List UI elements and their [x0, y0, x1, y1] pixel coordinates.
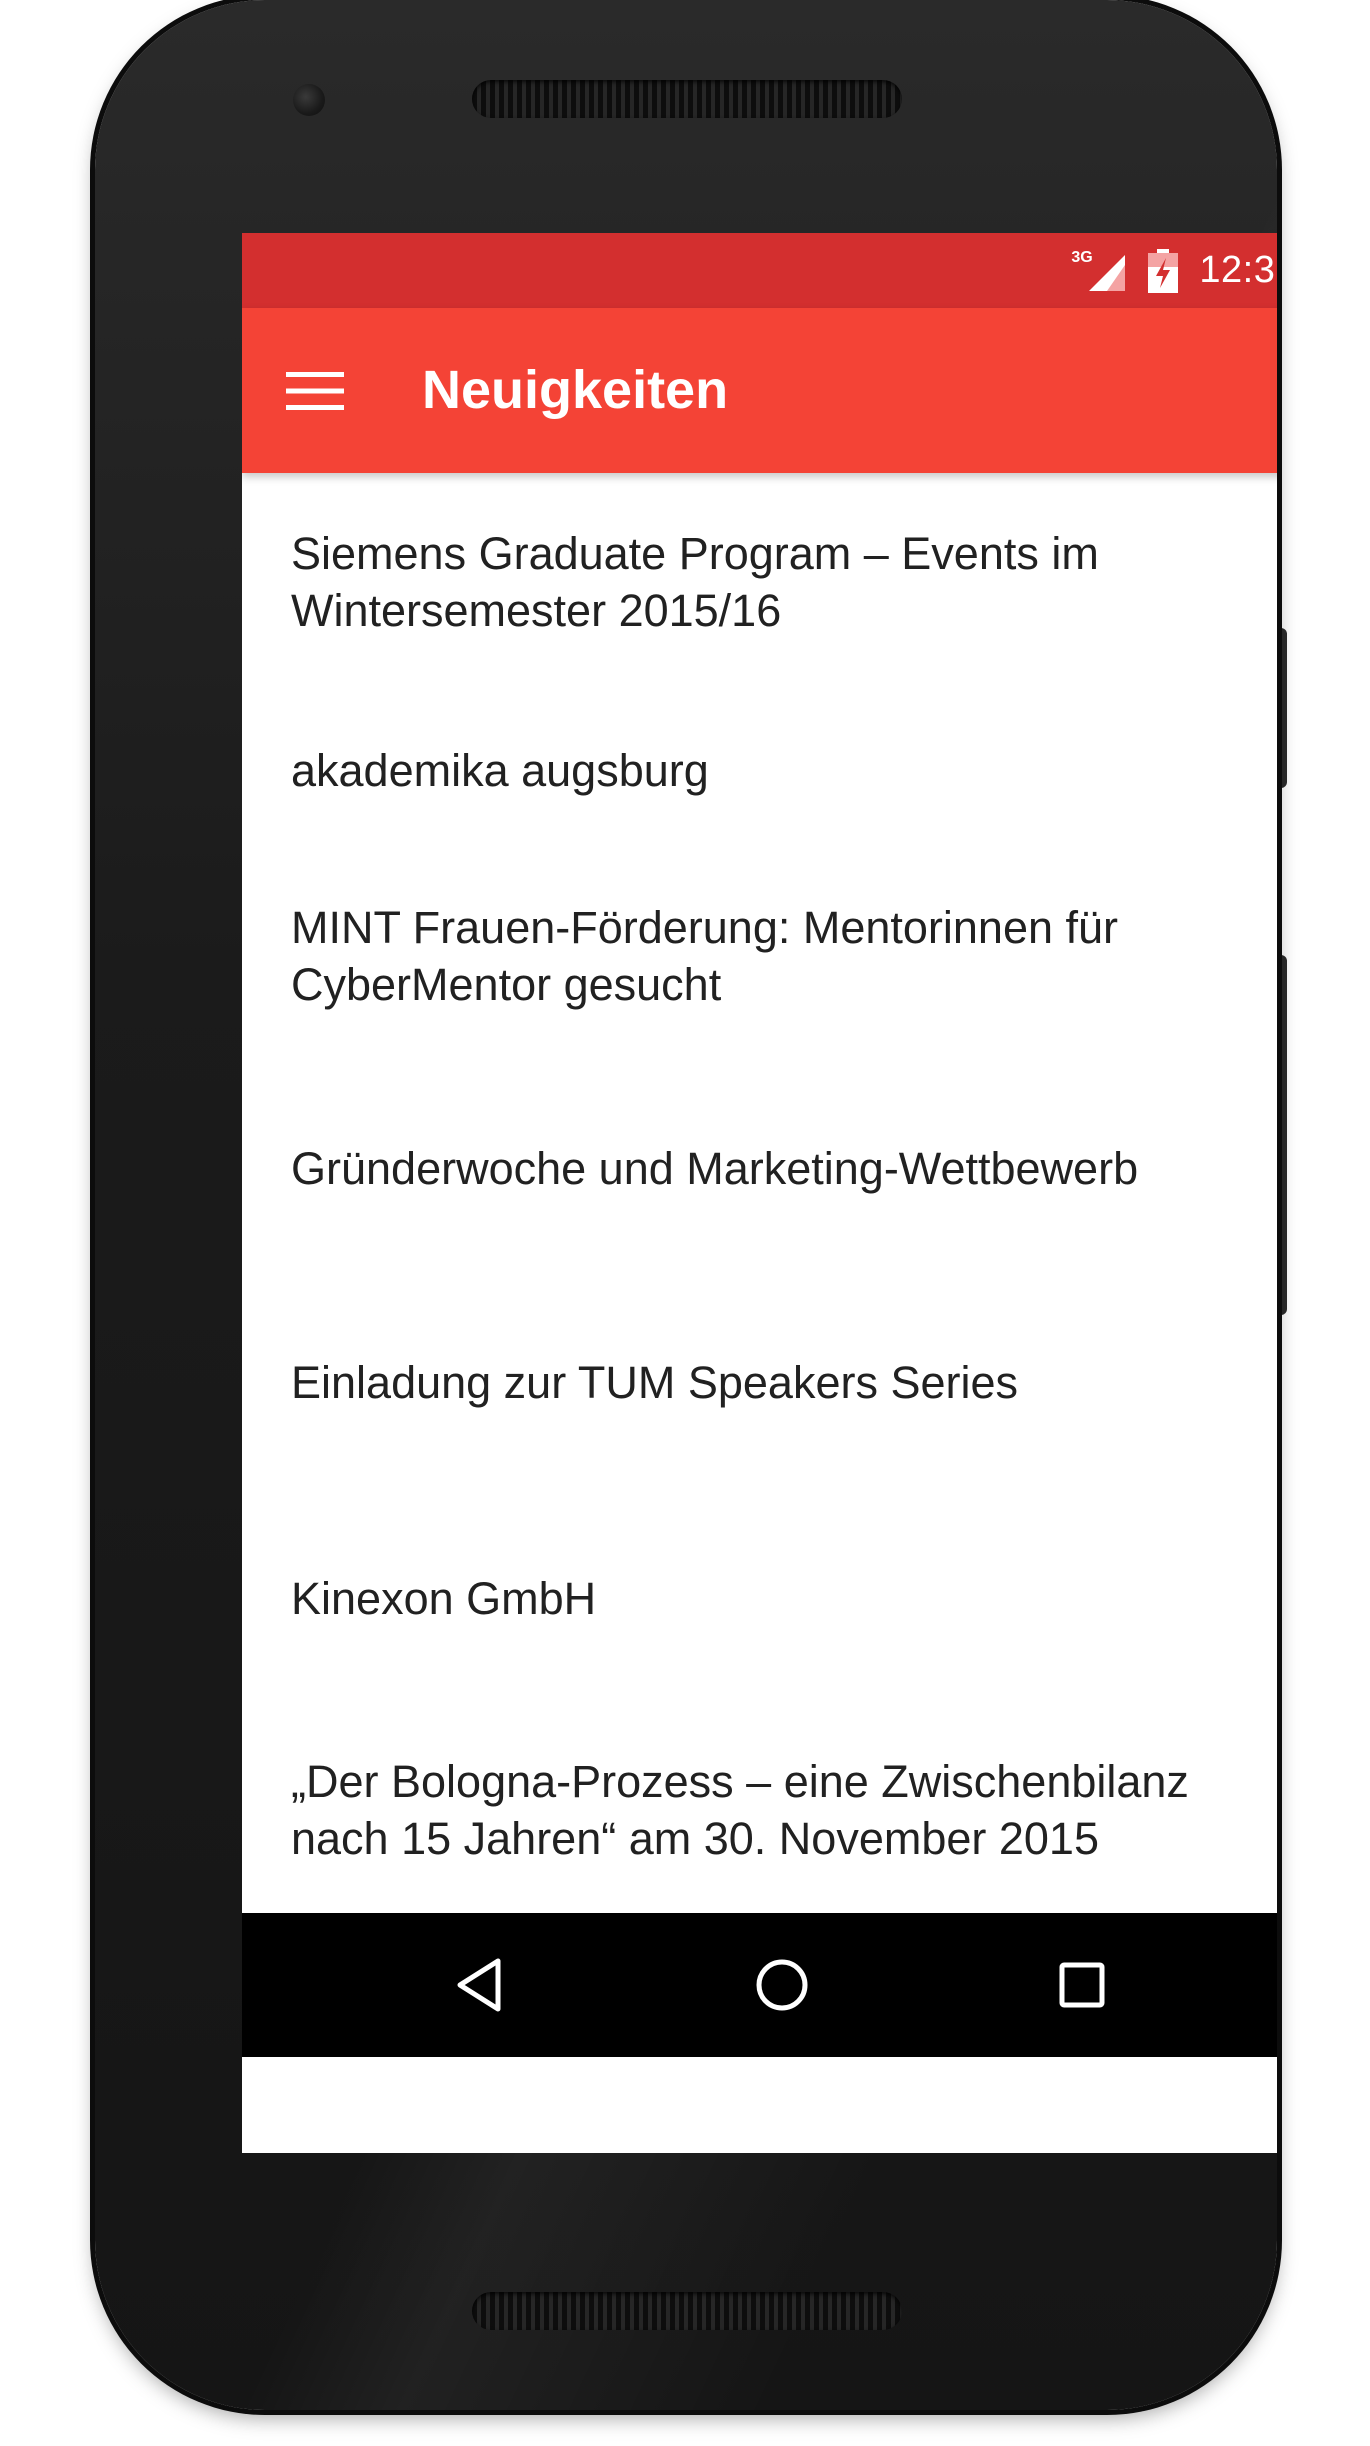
screen: 3G 12:39 [242, 233, 1277, 2153]
news-item-title: „Der Bologna-Prozess – eine Zwischenbila… [291, 1755, 1189, 1864]
app-bar-title: Neuigkeiten [422, 360, 729, 420]
news-item-kinexon[interactable]: Kinexon GmbH [242, 1490, 1277, 1706]
back-button[interactable] [430, 1935, 530, 2035]
recents-icon [1059, 1962, 1105, 2008]
news-item-tum-speakers-series[interactable]: Einladung zur TUM Speakers Series [242, 1274, 1277, 1490]
news-item-siemens-graduate-program[interactable]: Siemens Graduate Program – Events im Win… [242, 473, 1277, 690]
phone-body: 3G 12:39 [95, 0, 1277, 2410]
menu-icon [286, 372, 344, 410]
news-item-title: akademika augsburg [291, 744, 709, 796]
status-icons: 3G 12:39 [1071, 233, 1277, 308]
news-item-title: MINT Frauen-Förderung: Mentorinnen für C… [291, 902, 1119, 1010]
device-mockup: 3G 12:39 [0, 0, 1370, 2446]
signal-icon: 3G [1071, 249, 1127, 293]
top-speaker-grille [472, 80, 902, 118]
front-camera [293, 84, 325, 116]
status-bar: 3G 12:39 [242, 233, 1277, 308]
news-item-title: Einladung zur TUM Speakers Series [291, 1356, 1019, 1408]
home-button[interactable] [732, 1935, 832, 2035]
battery-charging-icon [1147, 248, 1179, 293]
navigation-bar [242, 1913, 1277, 2057]
status-time: 12:39 [1199, 249, 1277, 291]
back-icon [457, 1958, 501, 2012]
news-item-title: Gründerwoche und Marketing-Wettbewerb [291, 1142, 1139, 1194]
news-item-akademika-augsburg[interactable]: akademika augsburg [242, 690, 1277, 850]
news-item-bologna-prozess[interactable]: „Der Bologna-Prozess – eine Zwischenbila… [242, 1706, 1277, 1913]
menu-button[interactable] [282, 358, 348, 424]
bottom-speaker-grille [472, 2292, 902, 2330]
news-item-mint-frauen-foerderung[interactable]: MINT Frauen-Förderung: Mentorinnen für C… [242, 850, 1277, 1062]
news-list[interactable]: Siemens Graduate Program – Events im Win… [242, 473, 1277, 1913]
news-item-title: Kinexon GmbH [291, 1572, 597, 1624]
news-item-title: Siemens Graduate Program – Events im Win… [291, 527, 1099, 636]
recents-button[interactable] [1032, 1935, 1132, 2035]
home-icon [756, 1959, 808, 2011]
app-bar: Neuigkeiten [242, 308, 1277, 473]
news-item-gruenderwoche[interactable]: Gründerwoche und Marketing-Wettbewerb [242, 1062, 1277, 1274]
